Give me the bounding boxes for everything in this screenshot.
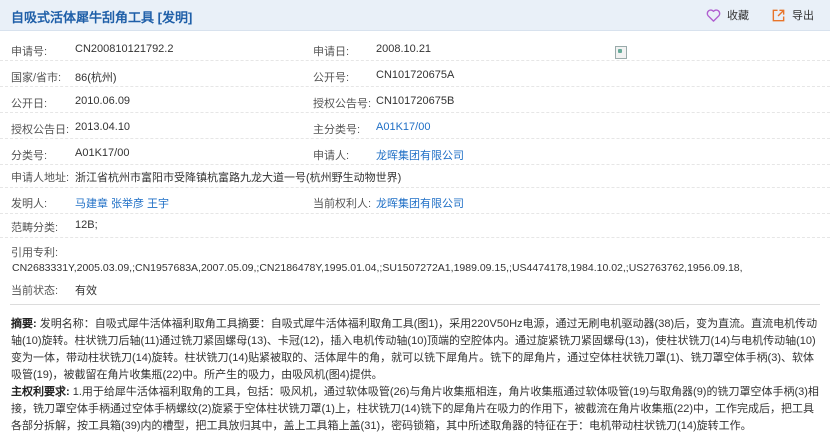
class-value: A01K17/00 <box>75 147 130 159</box>
main-class-link[interactable]: A01K17/00 <box>376 121 430 133</box>
app-date-value: 2008.10.21 <box>376 43 432 55</box>
claims-text: 1.用于给犀牛活体福利取角的工具，包括：吸风机，通过软体吸管(26)与角片收集瓶… <box>11 386 819 432</box>
pub-no-value: CN101720675A <box>376 69 455 81</box>
row-app-no: 申请号: CN200810121792.2 申请日: 2008.10.21 <box>0 36 830 61</box>
pub-date-value: 2010.06.09 <box>75 95 131 107</box>
export-icon <box>772 9 785 21</box>
abstract-label: 摘要: <box>11 318 37 330</box>
row-pub-date: 公开日: 2010.06.09 授权公告号: CN101720675B <box>0 88 830 113</box>
grant-date-value: 2013.04.10 <box>75 121 131 133</box>
patent-title: 自吸式活体犀牛刮角工具 [发明] <box>11 10 193 25</box>
abstract-block: 摘要: 发明名称：自吸式犀牛活体福利取角工具摘要：自吸式犀牛活体福利取角工具(图… <box>11 316 821 382</box>
holder-label: 当前权利人: <box>313 198 372 210</box>
inventor-link[interactable]: 马建章 <box>75 195 108 211</box>
range-label: 范畴分类: <box>11 222 59 234</box>
status-value: 有效 <box>75 285 97 297</box>
pub-no-label: 公开号: <box>313 72 350 84</box>
abstract-text: 发明名称：自吸式犀牛活体福利取角工具摘要：自吸式犀牛活体福利取角工具(图1)，采… <box>11 318 818 381</box>
favorite-button[interactable]: 收藏 <box>706 7 749 23</box>
export-label: 导出 <box>792 10 814 22</box>
row-country: 国家/省市: 86(杭州) 公开号: CN101720675A <box>0 62 830 87</box>
applicant-link[interactable]: 龙晖集团有限公司 <box>376 147 464 163</box>
address-value: 浙江省杭州市富阳市受降镇杭富路九龙大道一号(杭州野生动物世界) <box>75 172 402 184</box>
applicant-label: 申请人: <box>313 150 350 162</box>
holder-link[interactable]: 龙晖集团有限公司 <box>376 195 464 211</box>
app-no-value: CN200810121792.2 <box>75 43 174 55</box>
status-label: 当前状态: <box>11 285 59 297</box>
class-label: 分类号: <box>11 150 48 162</box>
inventor-link[interactable]: 张举彦 <box>111 195 144 211</box>
cited-patents: CN2683331Y,2005.03.09,;CN1957683A,2007.0… <box>12 262 743 274</box>
row-grant-date: 授权公告日: 2013.04.10 主分类号: A01K17/00 <box>0 114 830 139</box>
grant-no-label: 授权公告号: <box>313 98 372 110</box>
grant-date-label: 授权公告日: <box>11 124 70 136</box>
address-label: 申请人地址: <box>11 172 70 184</box>
row-inventor: 发明人: 马建章 张举彦 王宇 当前权利人: 龙晖集团有限公司 <box>0 189 830 214</box>
favorite-label: 收藏 <box>727 10 749 22</box>
app-date-label: 申请日: <box>313 46 350 58</box>
row-address: 申请人地址: 浙江省杭州市富阳市受降镇杭富路九龙大道一号(杭州野生动物世界) <box>0 163 830 188</box>
grant-no-value: CN101720675B <box>376 95 455 107</box>
app-no-label: 申请号: <box>11 46 48 58</box>
row-class: 分类号: A01K17/00 申请人: 龙晖集团有限公司 <box>0 140 830 165</box>
export-button[interactable]: 导出 <box>771 7 814 23</box>
row-status: 当前状态: 有效 <box>0 278 830 298</box>
range-value: 12B; <box>75 219 98 231</box>
main-class-label: 主分类号: <box>313 124 361 136</box>
row-range: 范畴分类: 12B; <box>0 213 830 238</box>
inventor-link[interactable]: 王宇 <box>147 195 169 211</box>
section-divider <box>10 304 820 305</box>
heart-icon <box>706 8 721 22</box>
cite-label: 引用专利: <box>11 247 59 259</box>
claims-label: 主权利要求: <box>11 386 70 398</box>
inventor-label: 发明人: <box>11 198 48 210</box>
pub-date-label: 公开日: <box>11 98 48 110</box>
country-label: 国家/省市: <box>11 72 62 84</box>
header-actions: 收藏 导出 <box>706 7 814 23</box>
claims-block: 主权利要求: 1.用于给犀牛活体福利取角的工具，包括：吸风机，通过软体吸管(26… <box>11 384 821 434</box>
country-value: 86(杭州) <box>75 72 117 84</box>
header-bar: 自吸式活体犀牛刮角工具 [发明] 收藏 导出 <box>0 0 830 31</box>
